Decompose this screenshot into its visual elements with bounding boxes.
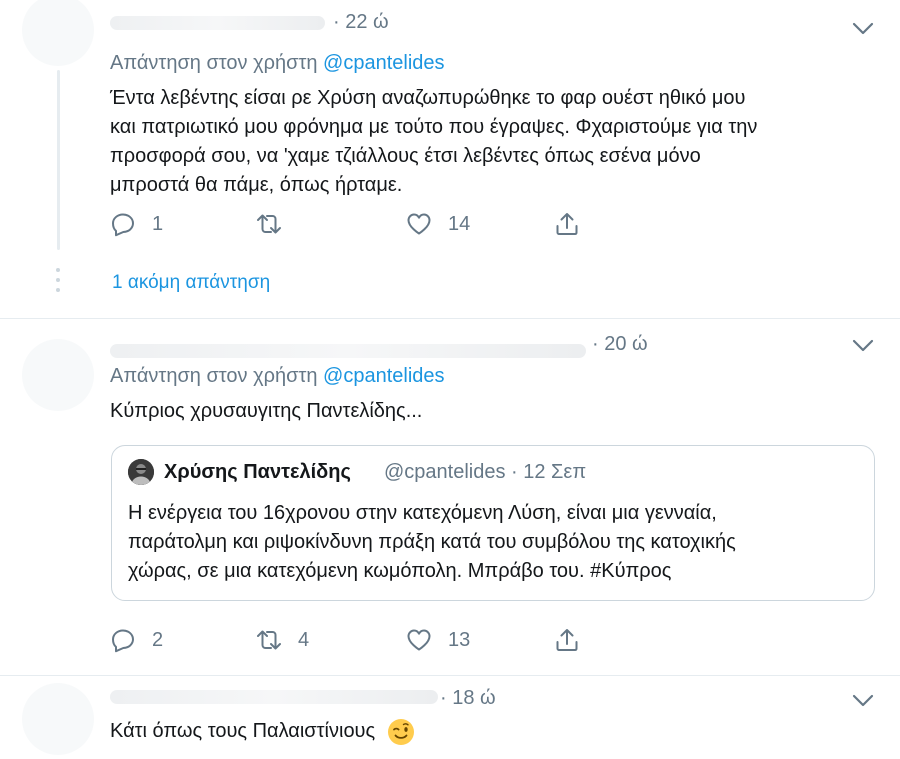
like-count: 13 xyxy=(448,628,471,651)
quoted-author-name: Χρύσης Παντελίδης xyxy=(164,461,351,483)
like-count: 14 xyxy=(448,212,471,235)
quoted-text: Η ενέργεια του 16χρονου στην κατεχόμενη … xyxy=(128,499,736,586)
tweet: · 20 ώ Απάντηση στον χρήστη @cpantelides… xyxy=(0,319,900,676)
tweet: · 22 ώ Απάντηση στον χρήστη @cpantelides… xyxy=(0,0,900,319)
tweet-text: Κύπριος χρυσαυγιτης Παντελίδης... xyxy=(110,400,423,422)
tweet-time[interactable]: · 22 ώ xyxy=(333,11,389,34)
avatar[interactable] xyxy=(22,339,94,411)
like-button[interactable]: 13 xyxy=(406,625,470,655)
thread-line xyxy=(57,70,60,250)
tweet-text-content: Κάτι όπως τους Παλαιστίνιους xyxy=(110,720,376,742)
heart-icon xyxy=(407,213,431,235)
show-more-replies-link[interactable]: 1 ακόμη απάντηση xyxy=(112,272,270,294)
share-button[interactable] xyxy=(554,625,580,655)
retweet-icon xyxy=(257,214,281,234)
tweet: · 18 ώ Κάτι όπως τους Παλαιστίνιους xyxy=(0,676,900,759)
tweet-text: Κάτι όπως τους Παλαιστίνιους xyxy=(110,717,415,746)
avatar[interactable] xyxy=(22,683,94,755)
author-name-redacted[interactable] xyxy=(110,690,438,704)
reply-count: 2 xyxy=(152,628,164,651)
reply-button[interactable]: 2 xyxy=(110,625,163,655)
quoted-tweet[interactable]: Χρύσης Παντελίδης @cpantelides · 12 Σεπ … xyxy=(111,445,875,601)
retweet-count: 4 xyxy=(298,628,310,651)
tweet-time[interactable]: · 20 ώ xyxy=(592,333,648,356)
quoted-handle-time: @cpantelides · 12 Σεπ xyxy=(384,461,587,483)
share-button[interactable] xyxy=(554,209,580,239)
author-name-redacted[interactable] xyxy=(110,16,325,30)
chevron-down-icon[interactable] xyxy=(852,22,874,36)
retweet-button[interactable]: 4 xyxy=(256,625,309,655)
retweet-icon xyxy=(257,630,281,650)
tweet-text-line: Έντα λεβέντης είσαι ρε Χρύση αναζωπυρώθη… xyxy=(110,87,746,109)
reply-prefix: Απάντηση στον χρήστη xyxy=(110,52,318,74)
heart-icon xyxy=(407,629,431,651)
like-button[interactable]: 14 xyxy=(406,209,470,239)
author-name-redacted[interactable] xyxy=(110,344,586,358)
reply-context: Απάντηση στον χρήστη @cpantelides xyxy=(110,52,445,75)
quoted-text-line: χώρας, σε μια κατεχόμενη κωμόπολη. Μπράβ… xyxy=(128,560,672,582)
quoted-text-line: παράτολμη και ριψοκίνδυνη πράξη κατά του… xyxy=(128,531,736,553)
reply-count: 1 xyxy=(152,212,164,235)
tweet-text-line: προσφορά σου, να 'χαμε τζιάλλους έτσι λε… xyxy=(110,145,701,167)
reply-icon xyxy=(112,213,134,237)
reply-prefix: Απάντηση στον χρήστη xyxy=(110,365,318,387)
quoted-avatar xyxy=(128,459,154,485)
tweet-text-line: μπροστά θα πάμε, όπως ήρταμε. xyxy=(110,174,403,196)
quoted-text-line: Η ενέργεια του 16χρονου στην κατεχόμενη … xyxy=(128,502,717,524)
retweet-button[interactable] xyxy=(256,209,298,239)
reply-context: Απάντηση στον χρήστη @cpantelides xyxy=(110,365,445,388)
thread-dots xyxy=(56,268,61,298)
reply-button[interactable]: 1 xyxy=(110,209,163,239)
avatar[interactable] xyxy=(22,0,94,66)
share-icon xyxy=(556,629,578,651)
person-silhouette-icon xyxy=(128,459,154,485)
reply-handle-link[interactable]: @cpantelides xyxy=(323,52,444,74)
chevron-down-icon[interactable] xyxy=(852,694,874,708)
winking-face-emoji-icon xyxy=(387,718,414,745)
tweet-text: Έντα λεβέντης είσαι ρε Χρύση αναζωπυρώθη… xyxy=(110,84,757,200)
reply-handle-link[interactable]: @cpantelides xyxy=(323,365,444,387)
share-icon xyxy=(556,213,578,235)
tweet-time[interactable]: · 18 ώ xyxy=(440,687,496,710)
tweet-text-line: και πατριωτικό μου φρόνημα με τούτο που … xyxy=(110,116,758,138)
chevron-down-icon[interactable] xyxy=(852,339,874,353)
reply-icon xyxy=(112,629,134,653)
